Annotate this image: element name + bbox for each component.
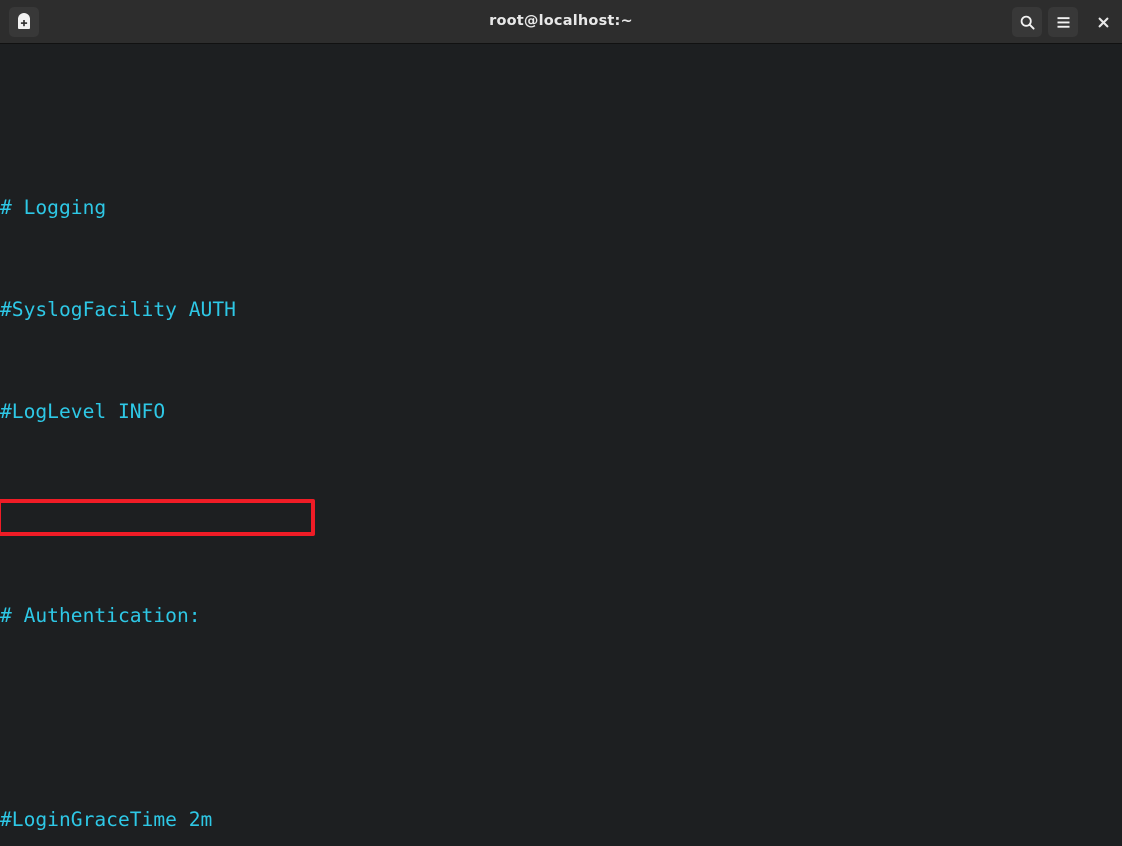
close-icon (1096, 15, 1111, 30)
window-titlebar: root@localhost:~ (0, 0, 1122, 44)
terminal-body[interactable]: # Logging #SyslogFacility AUTH #LogLevel… (0, 44, 1122, 846)
editor-line-blank (0, 701, 1122, 735)
editor-line: #LoginGraceTime 2m (0, 808, 213, 831)
editor-text-area[interactable]: # Logging #SyslogFacility AUTH #LogLevel… (0, 89, 1122, 846)
close-button[interactable] (1088, 7, 1118, 37)
editor-line: #SyslogFacility AUTH (0, 298, 236, 321)
hamburger-menu-icon (1055, 15, 1072, 30)
search-button[interactable] (1012, 7, 1042, 37)
search-icon (1019, 14, 1036, 31)
window-title: root@localhost:~ (489, 13, 633, 29)
editor-line-blank (0, 497, 1122, 531)
editor-line: # Authentication: (0, 604, 201, 627)
editor-line: # Logging (0, 196, 107, 219)
menu-button[interactable] (1048, 7, 1078, 37)
editor-line: #LogLevel INFO (0, 400, 166, 423)
new-terminal-button[interactable] (9, 7, 39, 37)
new-terminal-icon (15, 13, 33, 31)
